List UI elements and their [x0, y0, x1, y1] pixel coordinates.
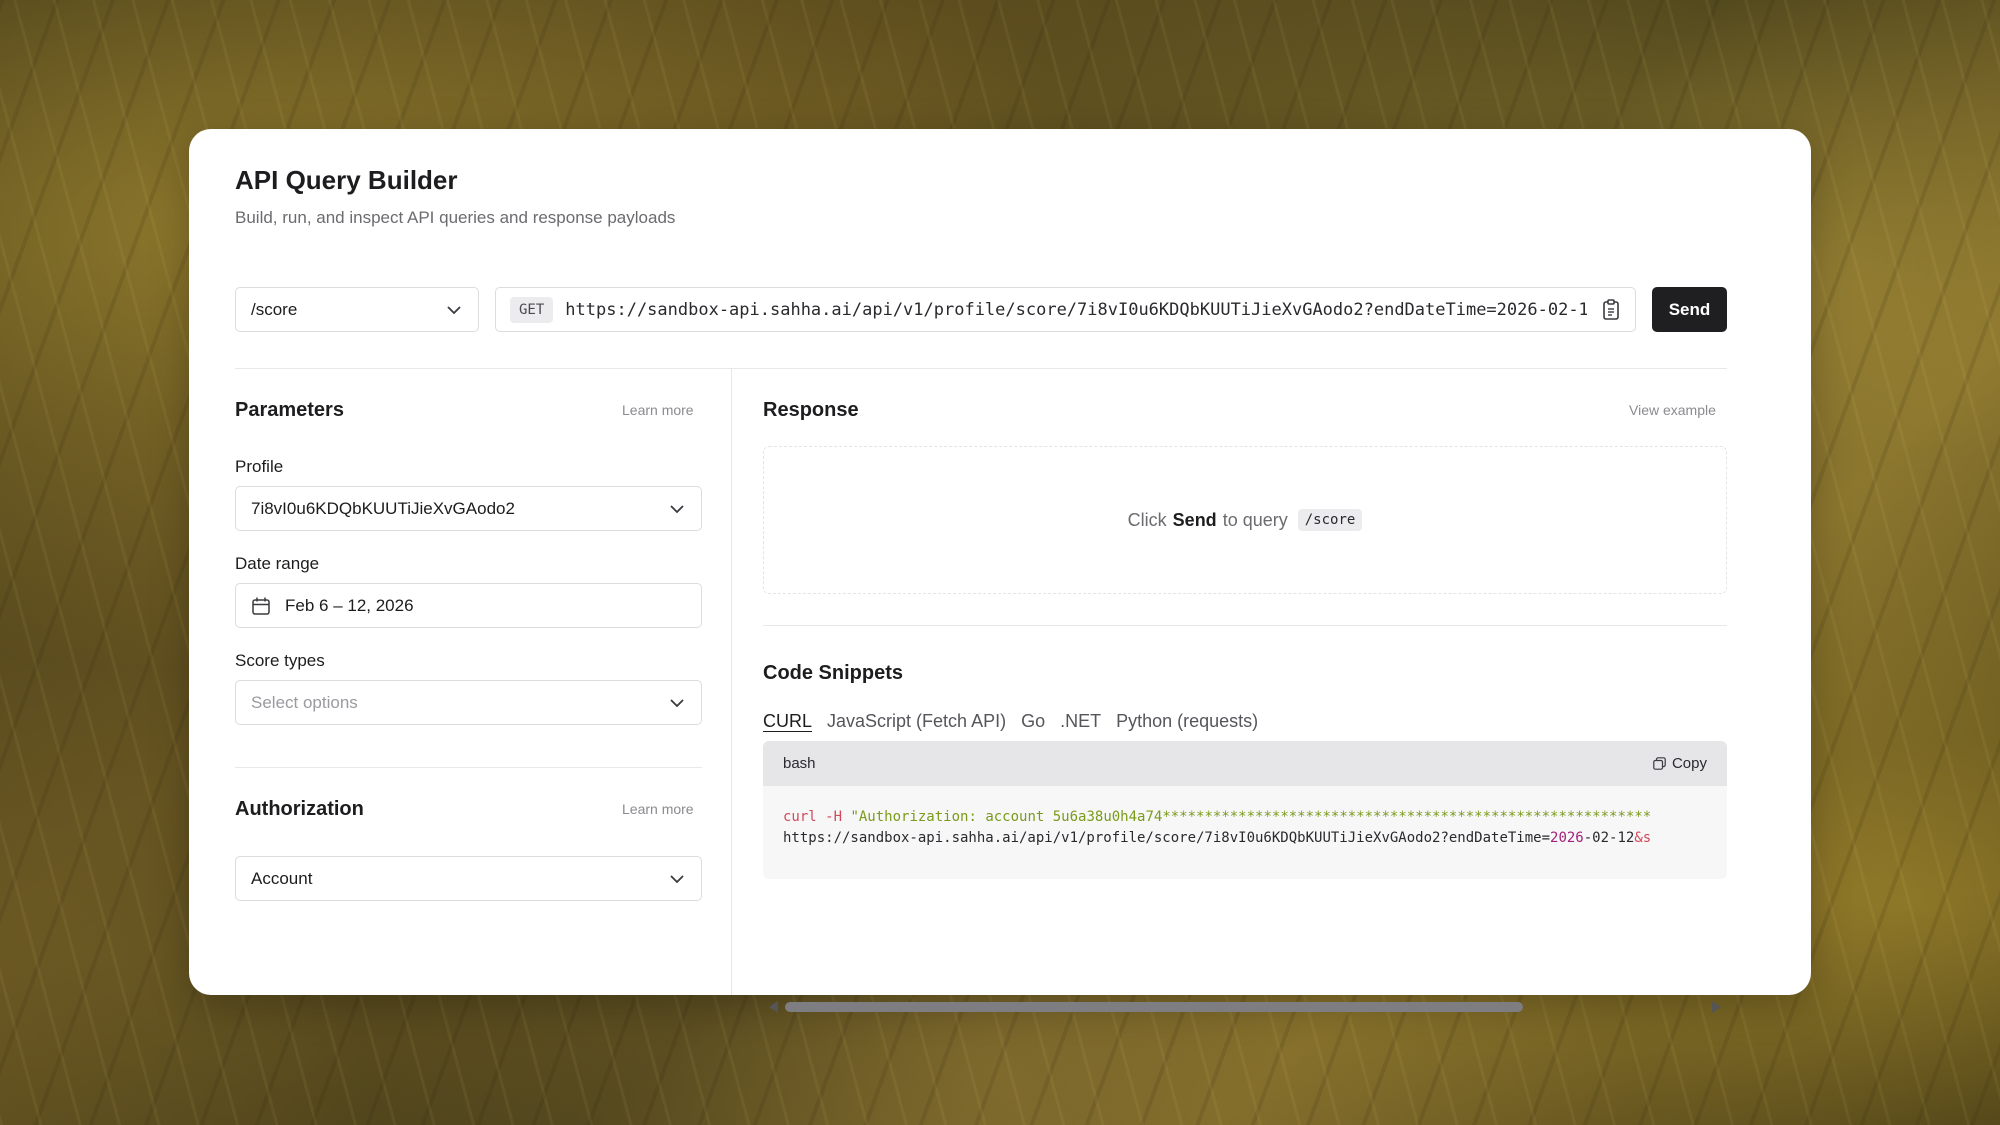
code-line-2: https://sandbox-api.sahha.ai/api/v1/prof… — [783, 828, 1707, 849]
date-range-value: Feb 6 – 12, 2026 — [285, 595, 414, 615]
code-snippets-title: Code Snippets — [763, 662, 904, 684]
view-example-link[interactable]: View example — [1629, 402, 1716, 418]
authorization-select-value: Account — [251, 868, 313, 888]
code-token-date-rest: -02-12 — [1583, 830, 1635, 846]
response-empty-endpoint: /score — [1297, 509, 1363, 531]
code-snippet-content: curl -H "Authorization: account 5u6a38u0… — [763, 786, 1727, 849]
response-title: Response — [763, 399, 859, 421]
parameters-learn-more-link[interactable]: Learn more — [622, 402, 694, 418]
scrollbar-thumb[interactable] — [785, 1002, 1523, 1012]
request-url-field[interactable]: GET https://sandbox-api.sahha.ai/api/v1/… — [495, 287, 1636, 332]
tab-javascript[interactable]: JavaScript (Fetch API) — [827, 711, 1006, 732]
code-token-url: https://sandbox-api.sahha.ai/api/v1/prof… — [783, 830, 1551, 846]
code-token-command: curl — [783, 809, 817, 825]
profile-label: Profile — [235, 457, 284, 476]
date-range-picker[interactable]: Feb 6 – 12, 2026 — [235, 583, 702, 628]
page-subtitle: Build, run, and inspect API queries and … — [235, 208, 676, 227]
score-types-label: Score types — [235, 651, 325, 670]
chevron-down-icon — [447, 305, 461, 314]
code-token-year: 2026 — [1550, 830, 1584, 846]
response-empty-middle: to query — [1222, 509, 1288, 530]
calendar-icon — [252, 597, 270, 615]
send-button[interactable]: Send — [1652, 287, 1727, 332]
authorization-title: Authorization — [235, 798, 364, 820]
date-range-label: Date range — [235, 554, 320, 573]
endpoint-select-value: /score — [251, 299, 298, 319]
endpoint-select[interactable]: /score — [235, 287, 479, 332]
tab-go[interactable]: Go — [1021, 711, 1045, 732]
authorization-learn-more-link[interactable]: Learn more — [622, 801, 694, 817]
tab-dotnet[interactable]: .NET — [1060, 711, 1101, 732]
http-method-badge: GET — [510, 296, 554, 323]
parameters-title: Parameters — [235, 399, 344, 421]
page-title: API Query Builder — [235, 165, 458, 195]
request-url-text: https://sandbox-api.sahha.ai/api/v1/prof… — [565, 299, 1587, 320]
authorization-select[interactable]: Account — [235, 856, 702, 901]
scroll-left-arrow-icon[interactable] — [769, 1001, 778, 1013]
snippet-tabs: CURL JavaScript (Fetch API) Go .NET Pyth… — [763, 711, 1258, 732]
code-line-1: curl -H "Authorization: account 5u6a38u0… — [783, 807, 1707, 828]
response-divider — [763, 625, 1727, 626]
response-empty-state: Click Send to query /score — [763, 446, 1727, 594]
profile-select[interactable]: 7i8vI0u6KDQbKUUTiJieXvGAodo2 — [235, 486, 702, 531]
code-snippet-header: bash Copy — [763, 741, 1727, 786]
code-token-query-continuation: &s — [1634, 830, 1652, 846]
chevron-down-icon — [670, 504, 684, 513]
response-empty-prefix: Click — [1127, 509, 1167, 530]
code-horizontal-scrollbar[interactable] — [763, 999, 1727, 1015]
chevron-down-icon — [670, 698, 684, 707]
tab-curl[interactable]: CURL — [763, 711, 812, 732]
tab-python[interactable]: Python (requests) — [1116, 711, 1258, 732]
code-token-header-string: "Authorization: account 5u6a38u0h4a74***… — [850, 809, 1652, 825]
copy-icon — [1653, 757, 1666, 770]
score-types-placeholder: Select options — [251, 692, 358, 712]
api-query-builder-card: API Query Builder Build, run, and inspec… — [189, 129, 1811, 1013]
score-types-select[interactable]: Select options — [235, 680, 702, 725]
scroll-right-arrow-icon[interactable] — [1712, 1001, 1721, 1013]
copy-button-label: Copy — [1671, 755, 1707, 772]
response-empty-action: Send — [1172, 509, 1217, 530]
code-snippet-block: bash Copy curl -H "Authorization: accoun… — [763, 741, 1727, 879]
code-token-flag: -H — [825, 809, 843, 825]
parameters-divider — [235, 767, 702, 768]
chevron-down-icon — [670, 874, 684, 883]
column-divider — [731, 369, 732, 995]
profile-select-value: 7i8vI0u6KDQbKUUTiJieXvGAodo2 — [251, 498, 515, 518]
code-language-label: bash — [783, 755, 816, 772]
copy-button[interactable]: Copy — [1653, 755, 1707, 772]
clipboard-icon[interactable] — [1601, 298, 1621, 321]
top-divider — [235, 368, 1727, 369]
